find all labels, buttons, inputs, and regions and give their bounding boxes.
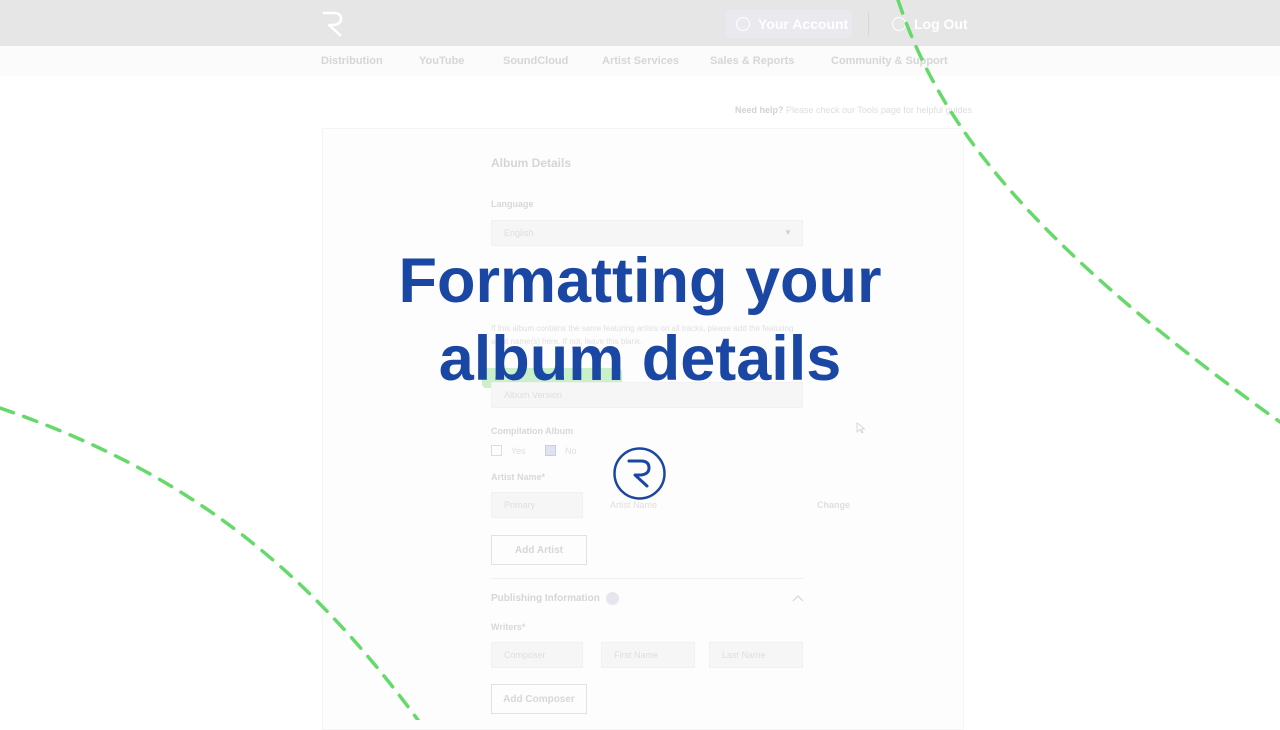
logout-icon xyxy=(892,17,906,31)
divider xyxy=(491,578,803,579)
your-account-button[interactable]: Your Account xyxy=(726,10,852,38)
overlay-title: Formatting your album details xyxy=(0,242,1280,398)
logo-icon xyxy=(613,447,666,500)
nav-item-community-support[interactable]: Community & Support xyxy=(831,55,948,67)
your-account-label: Your Account xyxy=(758,16,849,32)
language-label: Language xyxy=(491,199,534,209)
change-link[interactable]: Change xyxy=(817,500,850,510)
first-name-field[interactable]: First Name xyxy=(601,642,695,668)
chevron-up-icon[interactable] xyxy=(792,594,804,602)
overlay-title-line-2: album details xyxy=(438,324,842,394)
artist-role-select[interactable]: Primary xyxy=(491,492,583,518)
album-details-heading: Album Details xyxy=(491,156,572,170)
compilation-yes-checkbox[interactable] xyxy=(491,445,502,456)
add-artist-button[interactable]: Add Artist xyxy=(491,535,587,565)
info-icon[interactable] xyxy=(606,592,619,605)
log-out-button[interactable]: Log Out xyxy=(892,10,968,38)
artist-name-field[interactable]: Artist Name xyxy=(610,500,657,510)
overlay-title-line-1: Formatting your xyxy=(398,246,882,316)
language-value: English xyxy=(504,228,534,238)
publishing-information-heading: Publishing Information xyxy=(491,593,600,604)
last-name-field[interactable]: Last Name xyxy=(709,642,803,668)
yes-label: Yes xyxy=(511,446,526,456)
nav-item-sales-reports[interactable]: Sales & Reports xyxy=(710,55,794,67)
log-out-label: Log Out xyxy=(914,16,968,32)
main-nav: Distribution YouTube SoundCloud Artist S… xyxy=(0,46,1280,76)
divider xyxy=(868,12,869,36)
compilation-album-label: Compilation Album xyxy=(491,426,574,436)
help-link[interactable]: Please check our Tools page for helpful … xyxy=(784,105,972,115)
cursor-icon xyxy=(856,422,866,434)
add-composer-button[interactable]: Add Composer xyxy=(491,684,587,714)
help-bold: Need help? xyxy=(735,105,784,115)
top-bar: Your Account Log Out xyxy=(0,0,1280,46)
nav-item-artist-services[interactable]: Artist Services xyxy=(602,55,679,67)
form-card xyxy=(322,128,964,730)
nav-item-soundcloud[interactable]: SoundCloud xyxy=(503,55,568,67)
logo-icon[interactable] xyxy=(318,8,348,38)
nav-item-distribution[interactable]: Distribution xyxy=(321,55,383,67)
writers-label: Writers* xyxy=(491,622,526,632)
user-icon xyxy=(736,17,750,31)
help-text: Need help? Please check our Tools page f… xyxy=(735,105,972,115)
compilation-no-checkbox[interactable] xyxy=(545,445,556,456)
no-label: No xyxy=(565,446,577,456)
composer-role-select[interactable]: Composer xyxy=(491,642,583,668)
nav-item-youtube[interactable]: YouTube xyxy=(419,55,464,67)
artist-name-label: Artist Name* xyxy=(491,472,546,482)
